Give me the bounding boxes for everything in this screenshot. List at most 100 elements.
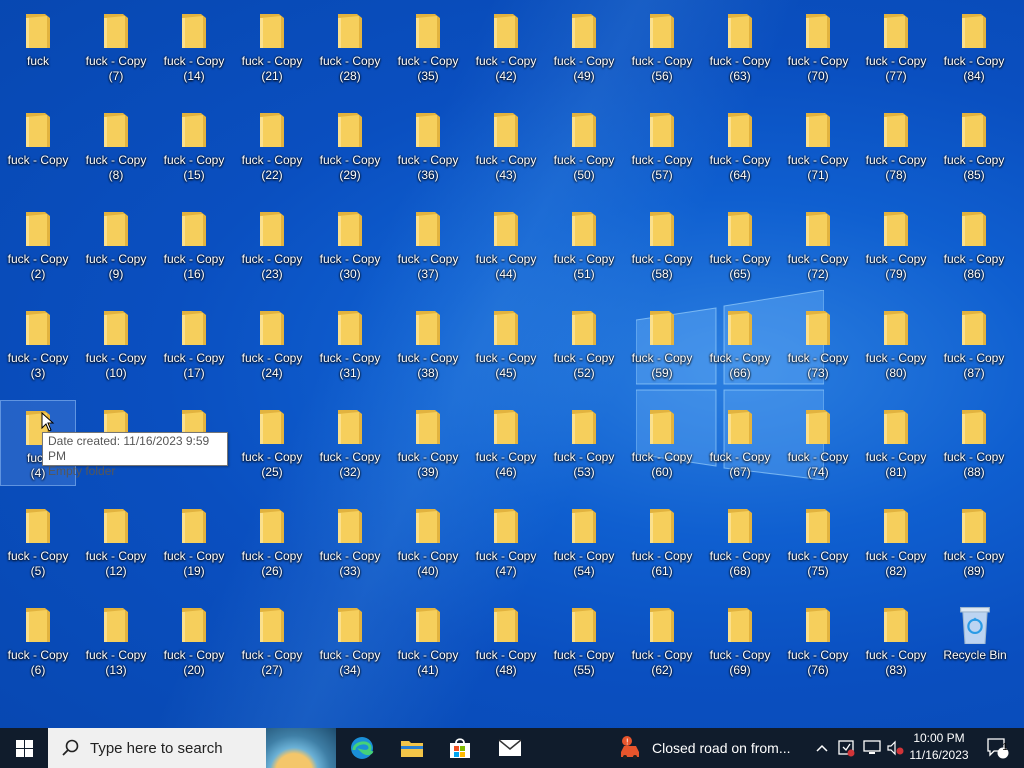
clock[interactable]: 10:00 PM 11/16/2023 — [906, 730, 972, 766]
start-button[interactable] — [0, 728, 48, 768]
desktop-folder[interactable]: fuck - Copy (77) — [858, 4, 934, 90]
desktop-folder[interactable]: fuck - Copy (62) — [624, 598, 700, 684]
desktop-folder[interactable]: fuck - Copy (52) — [546, 301, 622, 387]
desktop-folder[interactable]: fuck - Copy (23) — [234, 202, 310, 288]
desktop-folder[interactable]: fuck - Copy (61) — [624, 499, 700, 585]
desktop-folder[interactable]: fuck — [0, 4, 76, 90]
desktop-folder[interactable]: fuck - Copy (37) — [390, 202, 466, 288]
desktop-folder[interactable]: fuck - Copy (83) — [858, 598, 934, 684]
desktop-folder[interactable]: fuck - Copy (16) — [156, 202, 232, 288]
desktop-folder[interactable]: fuck - Copy (68) — [702, 499, 778, 585]
tray-network[interactable] — [860, 728, 884, 768]
desktop-folder[interactable]: fuck - Copy (8) — [78, 103, 154, 189]
desktop-folder[interactable]: fuck - Copy (48) — [468, 598, 544, 684]
desktop-folder[interactable]: fuck - Copy (38) — [390, 301, 466, 387]
desktop-folder[interactable]: fuck - Copy (88) — [936, 400, 1012, 486]
desktop-folder[interactable]: fuck - Copy (67) — [702, 400, 778, 486]
desktop-folder[interactable]: fuck - Copy (41) — [390, 598, 466, 684]
desktop-folder[interactable]: fuck - Copy (26) — [234, 499, 310, 585]
desktop-folder[interactable]: fuck - Copy (29) — [312, 103, 388, 189]
desktop-folder[interactable]: fuck - Copy (64) — [702, 103, 778, 189]
desktop-folder[interactable]: fuck - Copy (51) — [546, 202, 622, 288]
desktop-folder[interactable]: fuck - Copy (32) — [312, 400, 388, 486]
desktop-folder[interactable]: fuck - Copy (36) — [390, 103, 466, 189]
desktop-folder[interactable]: fuck - Copy (53) — [546, 400, 622, 486]
desktop-folder[interactable]: fuck - Copy (84) — [936, 4, 1012, 90]
desktop-folder[interactable]: fuck - Copy (3) — [0, 301, 76, 387]
desktop[interactable]: fuck fuck - Copy (7) fuck - Copy (14) fuck - … — [0, 0, 1024, 728]
desktop-folder[interactable]: fuck - Copy (33) — [312, 499, 388, 585]
desktop-folder[interactable]: fuck - Copy (58) — [624, 202, 700, 288]
desktop-folder[interactable]: fuck - Copy (17) — [156, 301, 232, 387]
desktop-folder[interactable]: fuck - Copy (35) — [390, 4, 466, 90]
show-hidden-icons[interactable] — [812, 728, 832, 768]
desktop-folder[interactable]: fuck - Copy (34) — [312, 598, 388, 684]
desktop-folder[interactable]: fuck - Copy (70) — [780, 4, 856, 90]
desktop-folder[interactable]: fuck - Copy (2) — [0, 202, 76, 288]
desktop-folder[interactable]: fuck - Copy (76) — [780, 598, 856, 684]
desktop-folder[interactable]: fuck - Copy (74) — [780, 400, 856, 486]
desktop-folder[interactable]: fuck - Copy (89) — [936, 499, 1012, 585]
desktop-folder[interactable]: fuck - Copy (28) — [312, 4, 388, 90]
desktop-folder[interactable]: fuck - Copy (85) — [936, 103, 1012, 189]
desktop-folder[interactable]: fuck - Copy (55) — [546, 598, 622, 684]
desktop-folder[interactable]: fuck - Copy — [0, 103, 76, 189]
desktop-folder[interactable]: fuck - Copy (87) — [936, 301, 1012, 387]
desktop-folder[interactable]: fuck - Copy (42) — [468, 4, 544, 90]
desktop-folder[interactable]: fuck - Copy (19) — [156, 499, 232, 585]
notification-center-button[interactable]: 1 — [978, 728, 1018, 768]
desktop-folder[interactable]: fuck - Copy (65) — [702, 202, 778, 288]
desktop-folder[interactable]: fuck - Copy (73) — [780, 301, 856, 387]
desktop-folder[interactable]: fuck - Copy (57) — [624, 103, 700, 189]
desktop-folder[interactable]: fuck - Copy (56) — [624, 4, 700, 90]
desktop-folder[interactable]: fuck - Copy (31) — [312, 301, 388, 387]
desktop-folder[interactable]: fuck - Copy (45) — [468, 301, 544, 387]
desktop-folder[interactable]: fuck - Copy (50) — [546, 103, 622, 189]
desktop-folder[interactable]: fuck - Copy (14) — [156, 4, 232, 90]
desktop-folder[interactable]: fuck - Copy (81) — [858, 400, 934, 486]
desktop-folder[interactable]: fuck - Copy (79) — [858, 202, 934, 288]
desktop-folder[interactable]: fuck - Copy (80) — [858, 301, 934, 387]
desktop-folder[interactable]: fuck - Copy (15) — [156, 103, 232, 189]
desktop-folder[interactable]: fuck - Copy (39) — [390, 400, 466, 486]
desktop-folder[interactable]: fuck - Copy (72) — [780, 202, 856, 288]
desktop-folder[interactable]: fuck - Copy (24) — [234, 301, 310, 387]
desktop-folder[interactable]: fuck - Copy (82) — [858, 499, 934, 585]
desktop-folder[interactable]: fuck - Copy (86) — [936, 202, 1012, 288]
desktop-folder[interactable]: fuck - Copy (20) — [156, 598, 232, 684]
desktop-folder[interactable]: fuck - Copy (5) — [0, 499, 76, 585]
desktop-folder[interactable]: fuck - Copy (13) — [78, 598, 154, 684]
desktop-folder[interactable]: fuck - Copy (12) — [78, 499, 154, 585]
desktop-folder[interactable]: fuck - Copy (10) — [78, 301, 154, 387]
desktop-folder[interactable]: fuck - Copy (60) — [624, 400, 700, 486]
desktop-folder[interactable]: fuck - Copy (66) — [702, 301, 778, 387]
desktop-folder[interactable]: fuck - Copy (78) — [858, 103, 934, 189]
desktop-folder[interactable]: fuck - Copy (7) — [78, 4, 154, 90]
desktop-folder[interactable]: fuck - Copy (63) — [702, 4, 778, 90]
taskbar-mail[interactable] — [488, 728, 532, 768]
taskbar-edge[interactable] — [340, 728, 384, 768]
desktop-folder[interactable]: fuck - Copy (71) — [780, 103, 856, 189]
desktop-folder[interactable]: fuck - Copy (21) — [234, 4, 310, 90]
desktop-folder[interactable]: fuck - Copy (25) — [234, 400, 310, 486]
news-widget[interactable]: ! Closed road on from... — [618, 728, 802, 768]
desktop-folder[interactable]: fuck - Copy (9) — [78, 202, 154, 288]
desktop-folder[interactable]: fuck - Copy (6) — [0, 598, 76, 684]
desktop-folder[interactable]: fuck - Copy (47) — [468, 499, 544, 585]
desktop-folder[interactable]: fuck - Copy (75) — [780, 499, 856, 585]
desktop-folder[interactable]: fuck - Copy (46) — [468, 400, 544, 486]
desktop-folder[interactable]: fuck - Copy (44) — [468, 202, 544, 288]
desktop-folder[interactable]: fuck - Copy (69) — [702, 598, 778, 684]
recycle-bin[interactable]: Recycle Bin — [937, 598, 1013, 684]
desktop-folder[interactable]: fuck - Copy (59) — [624, 301, 700, 387]
desktop-folder[interactable]: fuck - Copy (54) — [546, 499, 622, 585]
taskbar-store[interactable] — [438, 728, 482, 768]
desktop-folder[interactable]: fuck - Copy (22) — [234, 103, 310, 189]
desktop-folder[interactable]: fuck - Copy (49) — [546, 4, 622, 90]
taskbar-file-explorer[interactable] — [390, 728, 434, 768]
tray-security[interactable] — [834, 728, 858, 768]
search-box[interactable]: Type here to search — [48, 728, 336, 768]
desktop-folder[interactable]: fuck - Copy (40) — [390, 499, 466, 585]
tray-volume[interactable] — [884, 728, 906, 768]
desktop-folder[interactable]: fuck - Copy (30) — [312, 202, 388, 288]
